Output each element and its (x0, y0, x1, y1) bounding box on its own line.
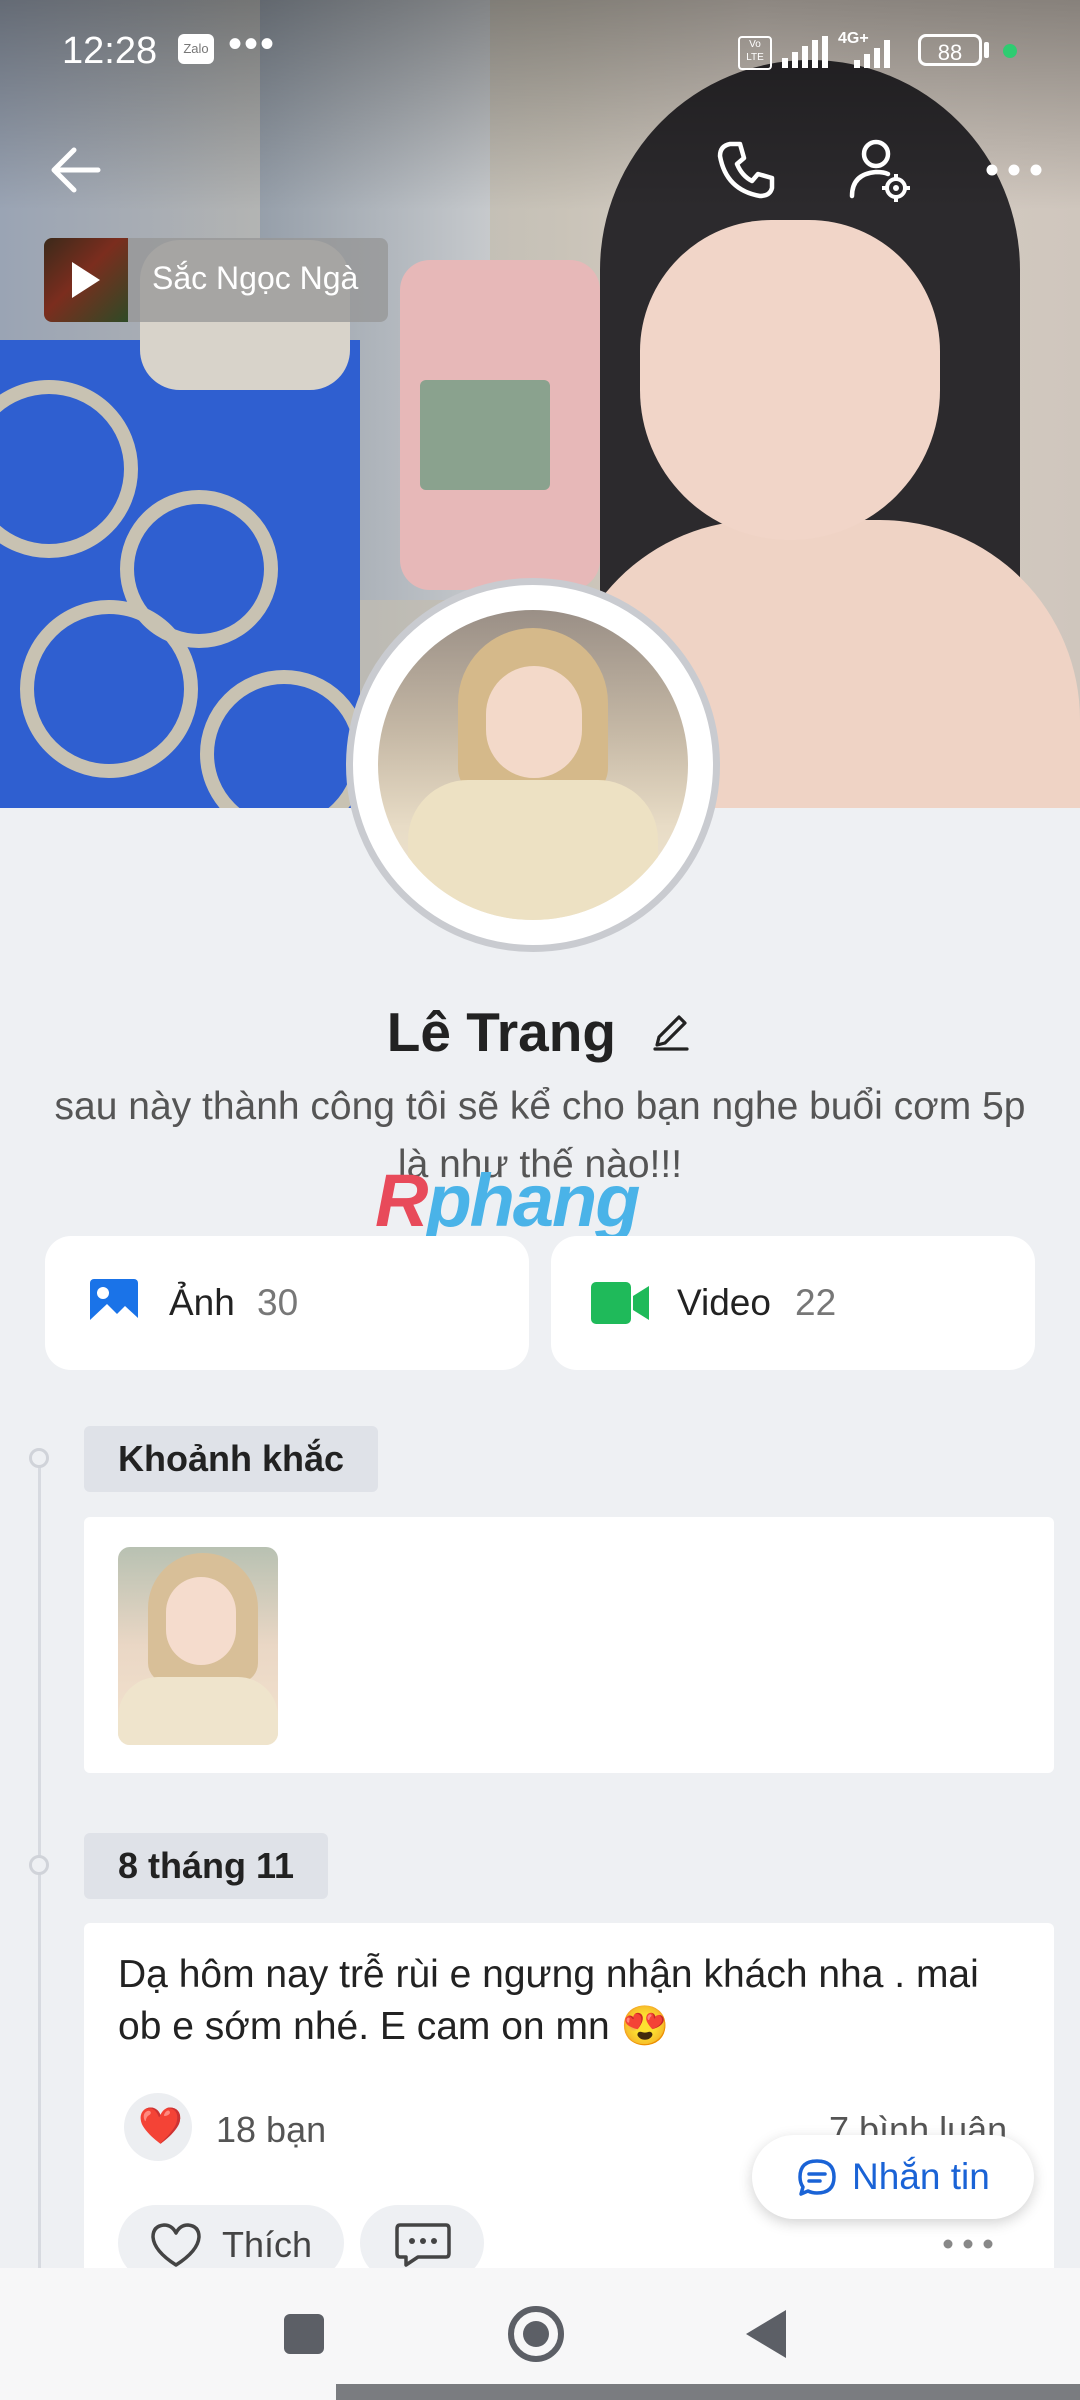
arrow-left-icon (51, 147, 101, 193)
status-bar: 12:28 Zalo ••• Vo LTE 4G+ 88 (0, 0, 1080, 105)
heart-reaction-icon: ❤️ (138, 2105, 183, 2146)
photos-card[interactable]: Ảnh 30 (45, 1236, 529, 1370)
system-nav-bar (0, 2268, 1080, 2400)
signal-icon (782, 36, 828, 68)
send-message-button[interactable]: Nhắn tin (752, 2135, 1034, 2219)
post-text: Dạ hôm nay trễ rùi e ngưng nhận khách nh… (118, 1953, 979, 2048)
cover-banknote (420, 380, 550, 490)
status-time: 12:28 (62, 30, 158, 72)
timeline-dot (29, 1448, 49, 1468)
like-label: Thích (222, 2224, 313, 2265)
watermark: Rphang (375, 1159, 640, 1242)
more-button[interactable] (974, 130, 1054, 210)
more-notifications-icon: ••• (228, 22, 277, 66)
post-card: Dạ hôm nay trễ rùi e ngưng nhận khách nh… (84, 1923, 1054, 2283)
moment-thumbnail[interactable] (118, 1547, 278, 1745)
phone-icon (717, 141, 775, 199)
privacy-indicator (1003, 44, 1017, 58)
cover-bed (0, 340, 368, 808)
signal-4g-icon (846, 40, 898, 68)
music-title: Sắc Ngọc Ngà (152, 260, 359, 296)
more-horizontal-icon (986, 164, 1042, 176)
play-icon[interactable] (72, 262, 100, 298)
home-icon[interactable] (508, 2306, 564, 2362)
zalo-notification-icon: Zalo (178, 34, 214, 64)
photos-label: Ảnh (169, 1282, 235, 1323)
profile-settings-button[interactable] (840, 130, 920, 210)
profile-name-row: Lê Trang (0, 1000, 1080, 1064)
likes-count[interactable]: 18 bạn (216, 2109, 326, 2151)
back-button[interactable] (38, 130, 118, 210)
avatar[interactable] (378, 610, 688, 920)
user-gear-icon (849, 139, 910, 202)
battery-icon: 88 (918, 34, 982, 66)
chat-bubble-icon (798, 2159, 836, 2196)
video-icon (591, 1282, 649, 1324)
volte-icon: Vo LTE (738, 36, 772, 70)
gesture-indicator (336, 2384, 1080, 2400)
recents-icon[interactable] (284, 2314, 324, 2354)
heart-outline-icon (151, 2223, 201, 2267)
call-button[interactable] (706, 130, 786, 210)
profile-music[interactable]: Sắc Ngọc Ngà (44, 238, 388, 322)
send-message-label: Nhắn tin (852, 2156, 990, 2197)
videos-card[interactable]: Video 22 (551, 1236, 1035, 1370)
videos-count: 22 (795, 1282, 837, 1323)
post-more-icon[interactable] (938, 2229, 998, 2259)
profile-name: Lê Trang (386, 1001, 616, 1063)
moments-tag: Khoảnh khắc (84, 1426, 379, 1492)
date-tag: 8 tháng 11 (84, 1833, 329, 1899)
back-nav-icon[interactable] (746, 2310, 786, 2358)
moments-box (84, 1517, 1054, 1773)
image-icon (90, 1279, 138, 1327)
edit-name-icon[interactable] (649, 1009, 693, 1053)
photos-count: 30 (257, 1282, 299, 1323)
timeline-dot (29, 1855, 49, 1875)
reaction-badge[interactable]: ❤️ (124, 2093, 192, 2161)
videos-label: Video (677, 1282, 771, 1323)
comment-icon (395, 2223, 451, 2267)
cover-face (640, 220, 940, 540)
